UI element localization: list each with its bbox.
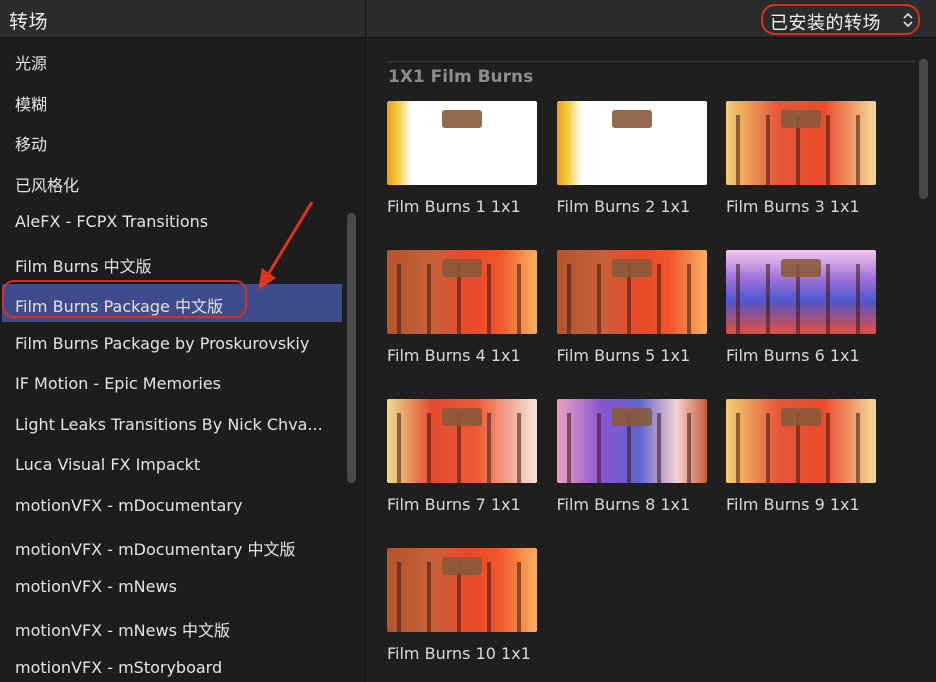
thumbnail-badge xyxy=(611,110,652,128)
sidebar-item-label: AleFX - FCPX Transitions xyxy=(15,212,209,231)
transition-caption: Film Burns 3 1x1 xyxy=(726,197,860,216)
panel-title: 转场 xyxy=(9,11,49,33)
transition-thumbnail xyxy=(387,399,537,483)
transitions-grid: 1X1 Film Burns Film Burns 1 1x1 Film Burn… xyxy=(367,39,936,682)
sidebar-item[interactable]: Luca Visual FX Impackt xyxy=(2,446,342,484)
sidebar-item-label: motionVFX - mNews xyxy=(15,576,177,596)
transition-thumbnail xyxy=(726,250,876,334)
thumbnail-badge xyxy=(442,259,482,277)
sidebar-item-label: motionVFX - mStoryboard xyxy=(15,657,223,677)
sidebar-item-label: Luca Visual FX Impackt xyxy=(15,455,201,474)
thumbnail-badge xyxy=(781,110,821,128)
transition-tile[interactable]: Film Burns 1 1x1 xyxy=(387,101,537,226)
sidebar-item-label: Film Burns Package 中文版 xyxy=(15,297,223,316)
sidebar-scrollbar[interactable] xyxy=(347,213,356,483)
sidebar-item[interactable]: motionVFX - mNews 中文版 xyxy=(2,608,342,646)
sidebar-item-label: IF Motion - Epic Memories xyxy=(15,374,222,393)
thumbnail-badge xyxy=(781,259,821,277)
sidebar-item[interactable]: motionVFX - mDocumentary 中文版 xyxy=(2,527,342,565)
sidebar-item[interactable]: motionVFX - mDocumentary xyxy=(2,487,342,525)
transition-thumbnail xyxy=(387,250,537,334)
sidebar-item-label: 模糊 xyxy=(15,94,48,114)
transition-thumbnail xyxy=(556,250,707,334)
content-scrollbar[interactable] xyxy=(919,59,928,199)
sidebar-item[interactable]: Film Burns Package 中文版 xyxy=(2,284,342,322)
sidebar-item-label: motionVFX - mNews 中文版 xyxy=(15,621,230,640)
transition-tile[interactable]: Film Burns 4 1x1 xyxy=(387,250,537,375)
header-left: 转场 xyxy=(0,0,366,38)
sidebar-item[interactable]: Film Burns 中文版 xyxy=(2,244,342,282)
sidebar-item-label: motionVFX - mDocumentary 中文版 xyxy=(15,540,296,559)
thumbnail-badge xyxy=(611,408,652,426)
transition-caption: Film Burns 7 1x1 xyxy=(387,495,521,514)
sidebar-item-label: Film Burns Package by Proskurovskiy xyxy=(15,333,310,353)
thumbnail-badge xyxy=(442,408,482,426)
thumbnail-badge xyxy=(781,408,821,426)
browser-header: 转场 已安装的转场 xyxy=(0,0,936,38)
sidebar-item-label: 光源 xyxy=(15,54,48,73)
transition-thumbnail xyxy=(726,399,876,483)
transition-tile[interactable]: Film Burns 3 1x1 xyxy=(726,101,876,226)
sidebar-item[interactable]: 光源 xyxy=(2,41,342,79)
transition-tile[interactable]: Film Burns 10 1x1 xyxy=(387,548,537,673)
transition-tile[interactable]: Film Burns 8 1x1 xyxy=(556,399,707,524)
sidebar-item-label: Film Burns 中文版 xyxy=(15,256,152,276)
sidebar-item[interactable]: motionVFX - mStoryboard xyxy=(2,649,342,682)
transition-thumbnail xyxy=(387,548,537,632)
sidebar-item[interactable]: 模糊 xyxy=(2,82,342,120)
sidebar-item[interactable]: Light Leaks Transitions By Nick Chva... xyxy=(2,406,342,444)
transition-tile[interactable]: Film Burns 9 1x1 xyxy=(726,399,876,524)
transitions-browser: 转场 已安装的转场 motionVFX - mStoryboard motionV… xyxy=(0,0,936,682)
sidebar-item[interactable]: IF Motion - Epic Memories xyxy=(2,365,342,403)
sidebar-item[interactable]: Film Burns Package by Proskurovskiy xyxy=(2,325,342,363)
transition-tile[interactable]: Film Burns 2 1x1 xyxy=(556,101,707,226)
transition-thumbnail xyxy=(726,101,876,185)
transition-tile[interactable]: Film Burns 7 1x1 xyxy=(387,399,537,524)
transition-thumbnail xyxy=(556,399,707,483)
thumbnail-badge xyxy=(442,557,482,575)
sidebar-item-label: 移动 xyxy=(15,135,48,154)
transition-caption: Film Burns 6 1x1 xyxy=(726,346,860,365)
transition-tile[interactable]: Film Burns 6 1x1 xyxy=(726,250,876,375)
transition-caption: Film Burns 4 1x1 xyxy=(387,346,521,365)
transition-thumbnail xyxy=(556,101,707,185)
installed-transitions-popup[interactable]: 已安装的转场 xyxy=(761,4,920,35)
sidebar-item-label: motionVFX - mDocumentary xyxy=(15,495,243,515)
sidebar-item[interactable]: motionVFX - mNews xyxy=(2,568,342,606)
filter-label: 已安装的转场 xyxy=(770,13,881,34)
thumbnail-badge xyxy=(442,110,482,128)
transition-caption: Film Burns 1 1x1 xyxy=(387,197,521,216)
transition-tile[interactable]: Film Burns 5 1x1 xyxy=(556,250,707,375)
section-divider xyxy=(387,61,915,62)
transition-thumbnail xyxy=(387,101,537,185)
sidebar-item[interactable]: 移动 xyxy=(2,122,342,160)
transition-caption: Film Burns 10 1x1 xyxy=(387,644,531,663)
category-sidebar: motionVFX - mStoryboard motionVFX - mNews… xyxy=(0,39,366,682)
thumbnail-badge xyxy=(611,259,652,277)
section-title: 1X1 Film Burns xyxy=(388,67,534,87)
transition-caption: Film Burns 9 1x1 xyxy=(726,495,860,514)
transition-caption: Film Burns 5 1x1 xyxy=(556,346,691,365)
transition-caption: Film Burns 2 1x1 xyxy=(556,197,691,216)
sidebar-item-label: Light Leaks Transitions By Nick Chva... xyxy=(15,414,323,434)
chevron-updown-icon xyxy=(903,12,913,28)
transition-caption: Film Burns 8 1x1 xyxy=(556,495,691,514)
sidebar-item[interactable]: 已风格化 xyxy=(2,163,342,201)
sidebar-item-label: 已风格化 xyxy=(15,175,80,195)
sidebar-item[interactable]: AleFX - FCPX Transitions xyxy=(2,203,342,241)
